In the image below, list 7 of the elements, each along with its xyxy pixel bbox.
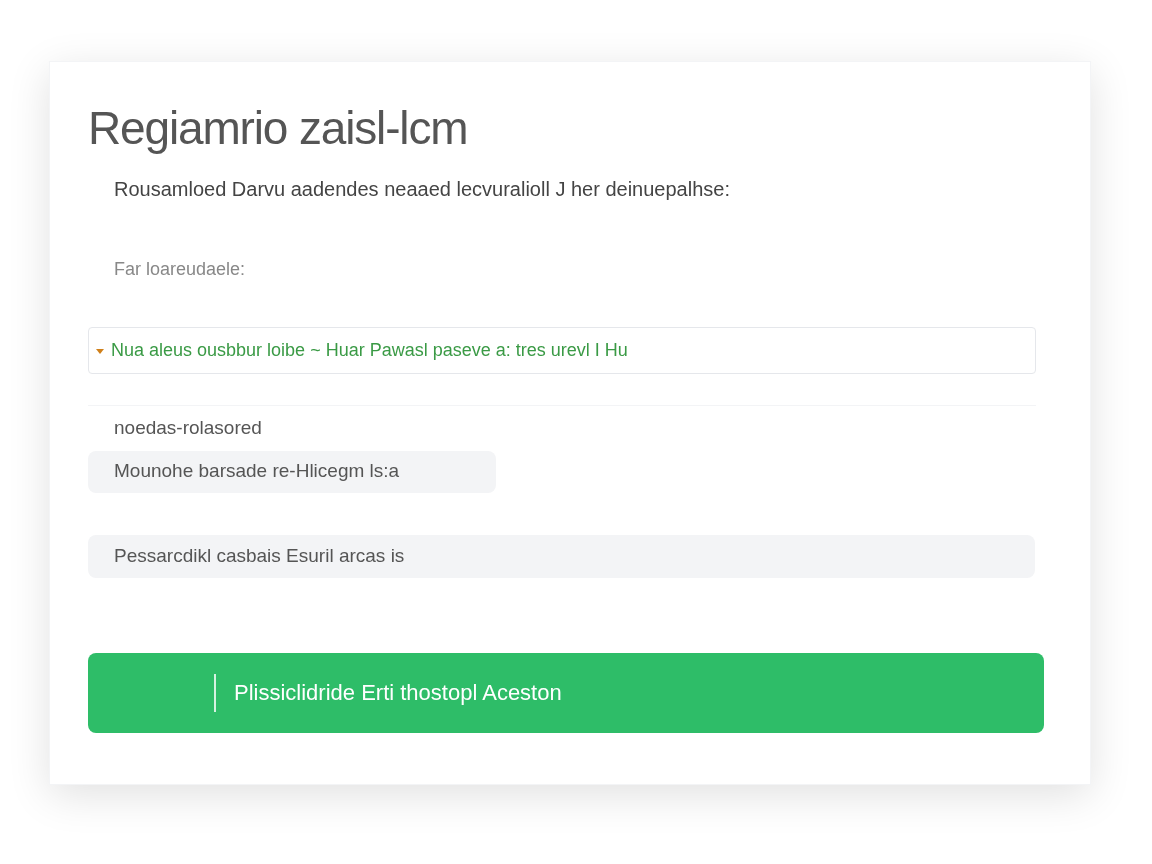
input-field[interactable]: Pessarcdikl casbais Esuril arcas is: [88, 534, 1035, 578]
option-chip[interactable]: Mounohe barsade re-Hlicegm ls:a: [88, 450, 496, 493]
form-description: Rousamloed Darvu aadendes neaaed lecvuralioll J her deinuepalhse:: [114, 177, 731, 202]
form-title: Regiamrio zaisl-lcm: [88, 101, 469, 156]
section-label: noedas-rolasored: [114, 416, 263, 440]
field-label: Far loareudaele:: [114, 258, 247, 281]
input-field[interactable]: Nua aleus ousbbur loibe ~ Huar Pawasl paseve a: tres urevl I Hu: [88, 327, 1036, 374]
